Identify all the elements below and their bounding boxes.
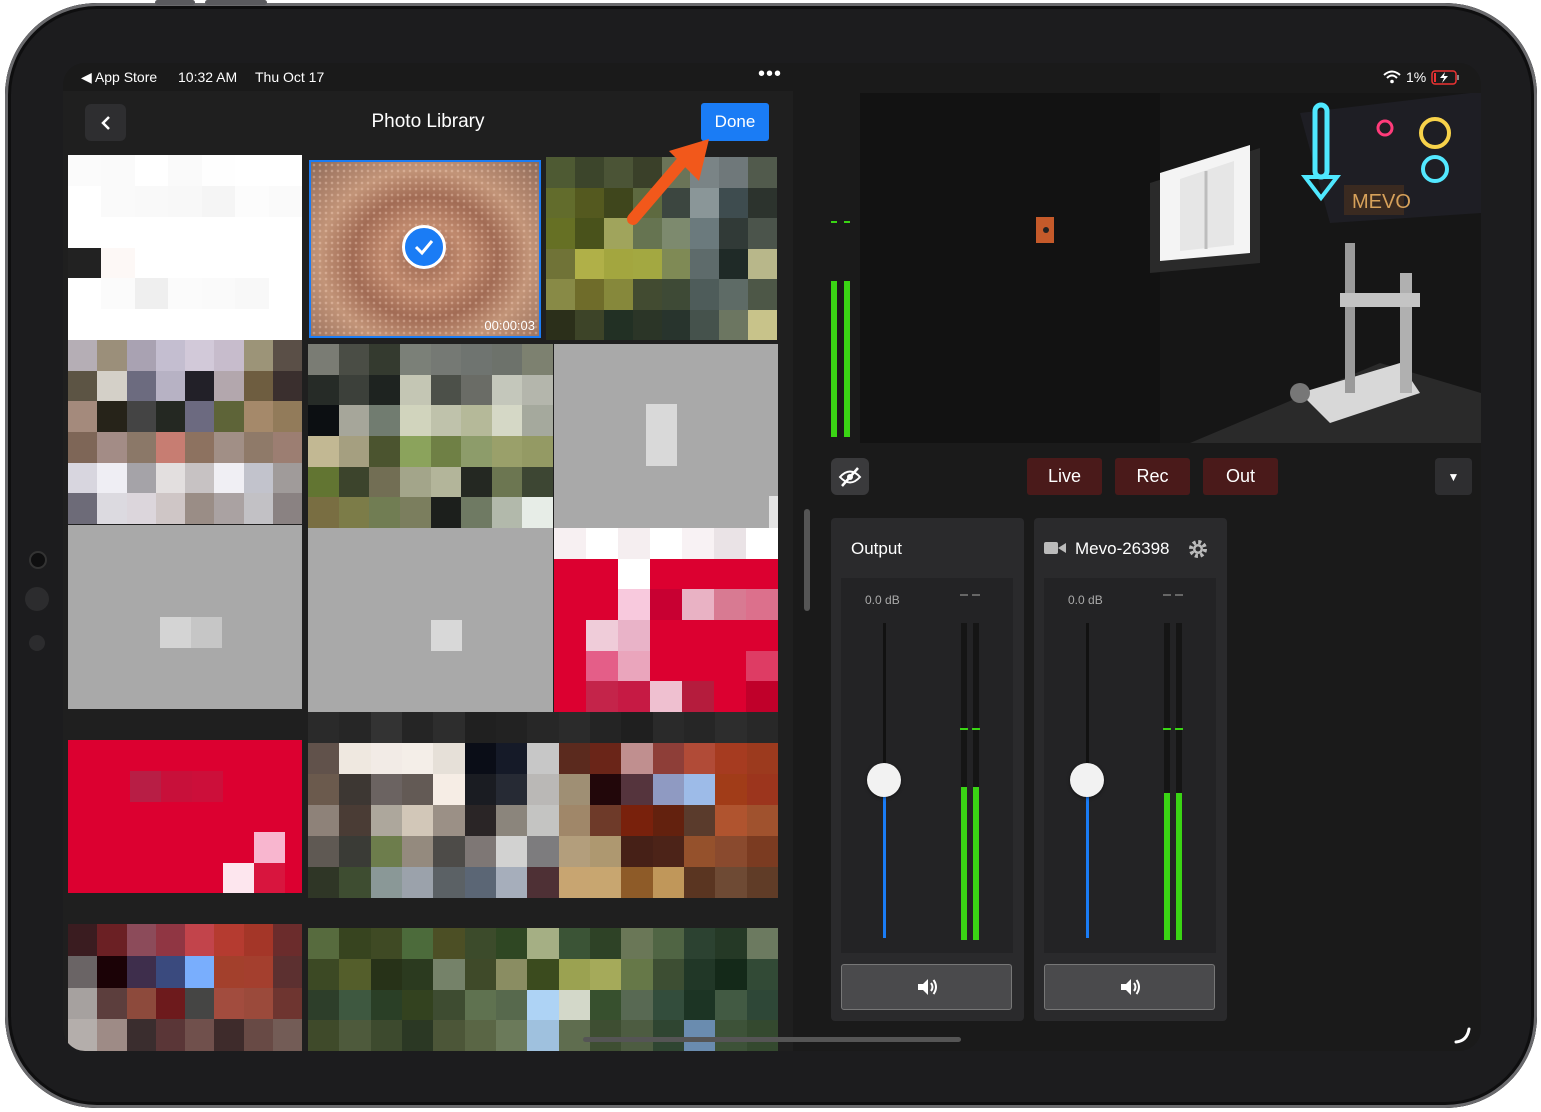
fader-knob[interactable] bbox=[1070, 763, 1104, 797]
gain-readout: 0.0 dB bbox=[1068, 593, 1103, 607]
meter-peak-mark-right bbox=[1175, 728, 1183, 730]
level-meter-left bbox=[1164, 623, 1170, 940]
meter-peak-mark-left bbox=[960, 728, 968, 730]
battery-percent: 1% bbox=[1406, 69, 1427, 85]
mute-button[interactable] bbox=[841, 964, 1012, 1010]
photo-thumbnail[interactable] bbox=[554, 528, 778, 712]
caret-down-icon: ▼ bbox=[1447, 469, 1460, 484]
more-options-button[interactable]: ▼ bbox=[1435, 458, 1472, 495]
photo-thumbnail[interactable] bbox=[68, 740, 302, 893]
level-meter-right bbox=[1176, 623, 1182, 940]
level-meter-left bbox=[961, 623, 967, 940]
hide-overlay-button[interactable] bbox=[831, 458, 869, 495]
chevron-left-icon bbox=[100, 115, 110, 130]
meter-peak-mark-right bbox=[972, 728, 980, 730]
mixer-channel: 0.0 dB bbox=[841, 578, 1013, 953]
meter-peak-right bbox=[1175, 594, 1183, 596]
main-meter-peak-right bbox=[844, 221, 850, 223]
main-meter-peak-left bbox=[831, 221, 837, 223]
out-button[interactable]: Out bbox=[1203, 458, 1278, 495]
camera-feed-image: MEVO bbox=[860, 93, 1481, 443]
scroll-indicator[interactable] bbox=[804, 509, 810, 611]
photo-thumbnail[interactable] bbox=[308, 928, 778, 1051]
meter-peak-mark-left bbox=[1163, 728, 1171, 730]
photo-library-panel: Photo Library Done 00:00:03 bbox=[63, 91, 793, 1051]
speaker-icon bbox=[1120, 979, 1140, 995]
home-indicator[interactable] bbox=[583, 1037, 961, 1042]
page-title: Photo Library bbox=[371, 111, 485, 132]
selected-video-thumbnail[interactable]: 00:00:03 bbox=[309, 160, 541, 338]
photo-thumbnail[interactable] bbox=[308, 344, 553, 528]
back-to-app-link[interactable]: ◀ App Store bbox=[81, 69, 157, 86]
eye-slash-icon bbox=[838, 466, 862, 487]
photo-thumbnail[interactable] bbox=[68, 155, 302, 340]
back-app-label: App Store bbox=[94, 69, 158, 85]
status-time: 10:32 AM bbox=[178, 69, 238, 85]
level-meter-right bbox=[973, 623, 979, 940]
fader-knob[interactable] bbox=[867, 763, 901, 797]
rec-button[interactable]: Rec bbox=[1115, 458, 1190, 495]
gear-icon[interactable] bbox=[1187, 538, 1209, 560]
fader-fill bbox=[883, 781, 886, 938]
back-button[interactable] bbox=[85, 104, 126, 141]
meter-peak-left bbox=[1163, 594, 1171, 596]
battery-charging-icon bbox=[1431, 70, 1459, 85]
mixer-name: Output bbox=[851, 539, 903, 558]
svg-text:MEVO: MEVO bbox=[1352, 191, 1411, 213]
volume-fader[interactable] bbox=[1070, 623, 1104, 938]
screen: ◀ App Store 10:32 AM Thu Oct 17 ••• 1% P… bbox=[63, 63, 1481, 1051]
camera-dot bbox=[29, 551, 47, 569]
meter-peak-right bbox=[972, 594, 980, 596]
meter-peak-left bbox=[960, 594, 968, 596]
fader-fill bbox=[1086, 781, 1089, 938]
photo-thumbnail[interactable] bbox=[68, 340, 302, 524]
volume-down-button bbox=[205, 0, 267, 5]
volume-fader[interactable] bbox=[867, 623, 901, 938]
gain-readout: 0.0 dB bbox=[865, 593, 900, 607]
checkmark-icon bbox=[402, 225, 446, 269]
multitasking-dots-icon[interactable]: ••• bbox=[758, 63, 782, 86]
mixer-mevo: Mevo-26398 0.0 dB bbox=[1034, 518, 1227, 1021]
video-duration: 00:00:03 bbox=[484, 318, 535, 333]
photo-thumbnail[interactable] bbox=[554, 344, 778, 528]
camera-lens bbox=[25, 587, 49, 611]
main-audio-meter-right bbox=[844, 281, 850, 437]
photo-thumbnail[interactable] bbox=[68, 924, 302, 1051]
mixer-channel: 0.0 dB bbox=[1044, 578, 1216, 953]
photo-thumbnail[interactable] bbox=[308, 528, 553, 712]
status-bar: ◀ App Store 10:32 AM Thu Oct 17 ••• 1% bbox=[63, 63, 1481, 91]
photo-thumbnail[interactable] bbox=[68, 525, 302, 709]
annotation-arrow-icon bbox=[627, 139, 709, 225]
status-date: Thu Oct 17 bbox=[255, 69, 325, 85]
mute-button[interactable] bbox=[1044, 964, 1215, 1010]
speaker-icon bbox=[917, 979, 937, 995]
volume-up-button bbox=[155, 0, 195, 5]
pencil-tip-icon bbox=[1454, 1027, 1471, 1044]
camera-preview[interactable]: MEVO bbox=[860, 93, 1481, 443]
live-button[interactable]: Live bbox=[1027, 458, 1102, 495]
camera-icon bbox=[1044, 542, 1066, 554]
mixer-output: Output 0.0 dB bbox=[831, 518, 1024, 1021]
mixer-name: Mevo-26398 bbox=[1075, 539, 1170, 558]
wifi-icon bbox=[1383, 70, 1401, 84]
main-audio-meter-left bbox=[831, 281, 837, 437]
sensor bbox=[29, 635, 45, 651]
photo-thumbnail[interactable] bbox=[308, 712, 778, 898]
